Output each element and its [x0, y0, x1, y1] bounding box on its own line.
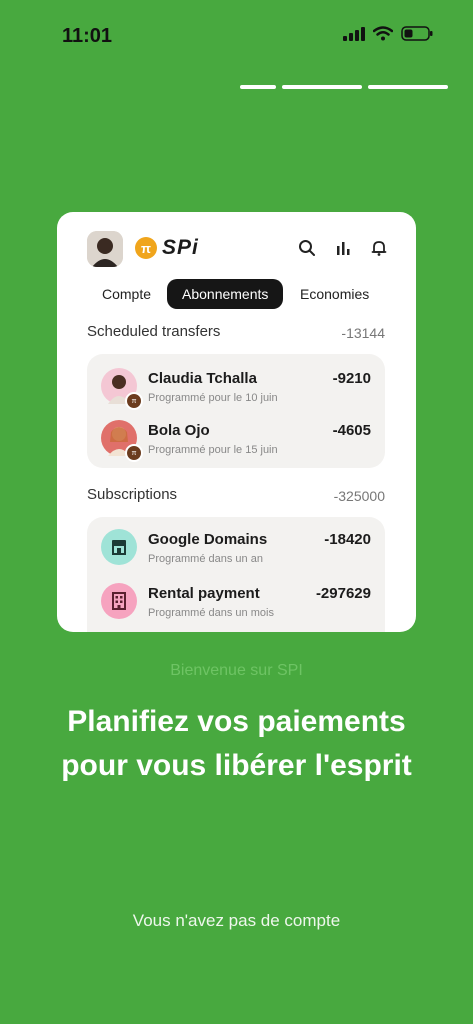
welcome-text: Bienvenue sur SPI: [170, 662, 303, 679]
status-icons: [343, 26, 433, 41]
building-icon: [101, 583, 137, 619]
signal-icon: [343, 26, 365, 41]
payment-schedule: Programmé pour le 15 juin: [148, 444, 278, 456]
bell-icon[interactable]: [370, 239, 388, 257]
payment-schedule: Programmé pour le 10 juin: [148, 392, 278, 404]
payee-name: Claudia Tchalla: [148, 370, 257, 387]
progress-segment: [282, 85, 362, 89]
card-header: π SPi: [87, 231, 388, 267]
status-time: 11:01: [62, 25, 113, 47]
subscription-name: Google Domains: [148, 531, 268, 548]
logo-badge-icon: π: [125, 444, 143, 462]
status-bar: 11:01: [0, 0, 473, 70]
headline-line-2: pour vous libérer l'esprit: [61, 749, 412, 782]
header-icons: [298, 239, 388, 257]
tab-bar: Compte Abonnements Economies: [57, 279, 416, 309]
headline-line-1: Planifiez vos paiements: [67, 705, 406, 738]
stats-icon[interactable]: [334, 239, 352, 257]
logo-badge-icon: π: [125, 392, 143, 410]
progress-segment: [368, 85, 448, 89]
subscriptions-title: Subscriptions: [87, 486, 178, 503]
list-item[interactable]: π Claudia Tchalla Programmé pour le 10 j…: [87, 368, 385, 418]
logo-text: SPi: [162, 236, 199, 259]
payment-schedule: Programmé dans un mois: [148, 607, 274, 619]
payment-amount: -4605: [332, 422, 371, 439]
list-item[interactable]: Rental payment Programmé dans un mois -2…: [87, 583, 385, 632]
no-account-link[interactable]: Vous n'avez pas de compte: [0, 911, 473, 931]
scheduled-list: π Claudia Tchalla Programmé pour le 10 j…: [87, 354, 385, 468]
subscription-name: Rental payment: [148, 585, 260, 602]
logo-mark: π: [135, 237, 157, 259]
storefront-icon: [101, 529, 137, 565]
app-logo: π SPi: [135, 236, 199, 260]
scheduled-title: Scheduled transfers: [87, 323, 221, 340]
app-preview-card: π SPi Compte Abonnements Economies Sched…: [57, 212, 416, 632]
tab-abonnements[interactable]: Abonnements: [167, 279, 284, 309]
subscriptions-list: Google Domains Programmé dans un an -184…: [87, 517, 385, 632]
wifi-icon: [373, 26, 393, 41]
payment-schedule: Programmé dans un an: [148, 553, 263, 565]
payee-name: Bola Ojo: [148, 422, 210, 439]
list-item[interactable]: Google Domains Programmé dans un an -184…: [87, 529, 385, 579]
list-item[interactable]: π Bola Ojo Programmé pour le 15 juin -46…: [87, 420, 385, 470]
onboarding-progress: [240, 85, 448, 89]
payment-amount: -9210: [332, 370, 371, 387]
scheduled-total: -13144: [341, 325, 385, 341]
subscriptions-total: -325000: [333, 488, 385, 504]
tab-economies[interactable]: Economies: [300, 279, 369, 309]
payment-amount: -18420: [324, 531, 371, 548]
payment-amount: -297629: [315, 585, 371, 602]
progress-segment: [240, 85, 276, 89]
tab-compte[interactable]: Compte: [102, 279, 151, 309]
battery-icon: [401, 26, 433, 41]
search-icon[interactable]: [298, 239, 316, 257]
avatar: [87, 231, 123, 267]
headline: Planifiez vos paiements pour vous libére…: [0, 700, 473, 788]
